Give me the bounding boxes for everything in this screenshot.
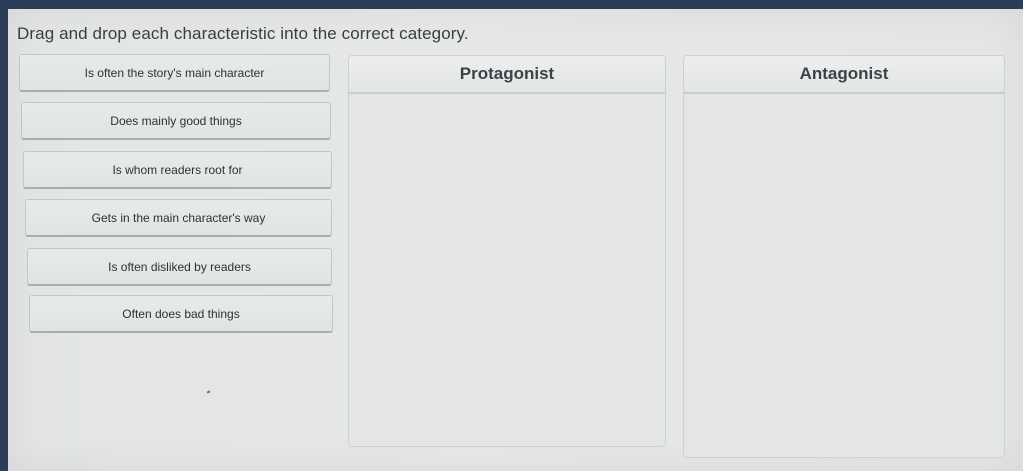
antagonist-drop-zone[interactable]	[684, 94, 1004, 457]
choice-label: Does mainly good things	[110, 113, 242, 128]
choice-label: Is often disliked by readers	[108, 259, 251, 274]
choice-label: Is often the story's main character	[84, 65, 265, 80]
instruction-text: Drag and drop each characteristic into t…	[17, 24, 469, 43]
category-protagonist: Protagonist	[348, 55, 666, 447]
category-antagonist: Antagonist	[683, 55, 1005, 458]
choice-tile[interactable]: Is often the story's main character	[19, 54, 330, 92]
choice-tile[interactable]: Does mainly good things	[21, 102, 331, 140]
mouse-cursor-icon	[206, 390, 211, 394]
category-title: Antagonist	[799, 64, 889, 83]
category-header: Protagonist	[349, 56, 665, 94]
choice-label: Often does bad things	[122, 306, 240, 321]
choice-label: Gets in the main character's way	[91, 210, 266, 225]
choice-tile[interactable]: Is whom readers root for	[23, 151, 332, 189]
protagonist-drop-zone[interactable]	[349, 94, 665, 446]
category-title: Protagonist	[459, 64, 555, 83]
choice-label: Is whom readers root for	[112, 162, 243, 177]
category-header: Antagonist	[684, 56, 1004, 94]
choice-tile[interactable]: Is often disliked by readers	[27, 248, 332, 286]
choice-tile[interactable]: Often does bad things	[29, 295, 333, 333]
choice-tile[interactable]: Gets in the main character's way	[25, 199, 332, 237]
activity-screen: Drag and drop each characteristic into t…	[8, 9, 1023, 471]
